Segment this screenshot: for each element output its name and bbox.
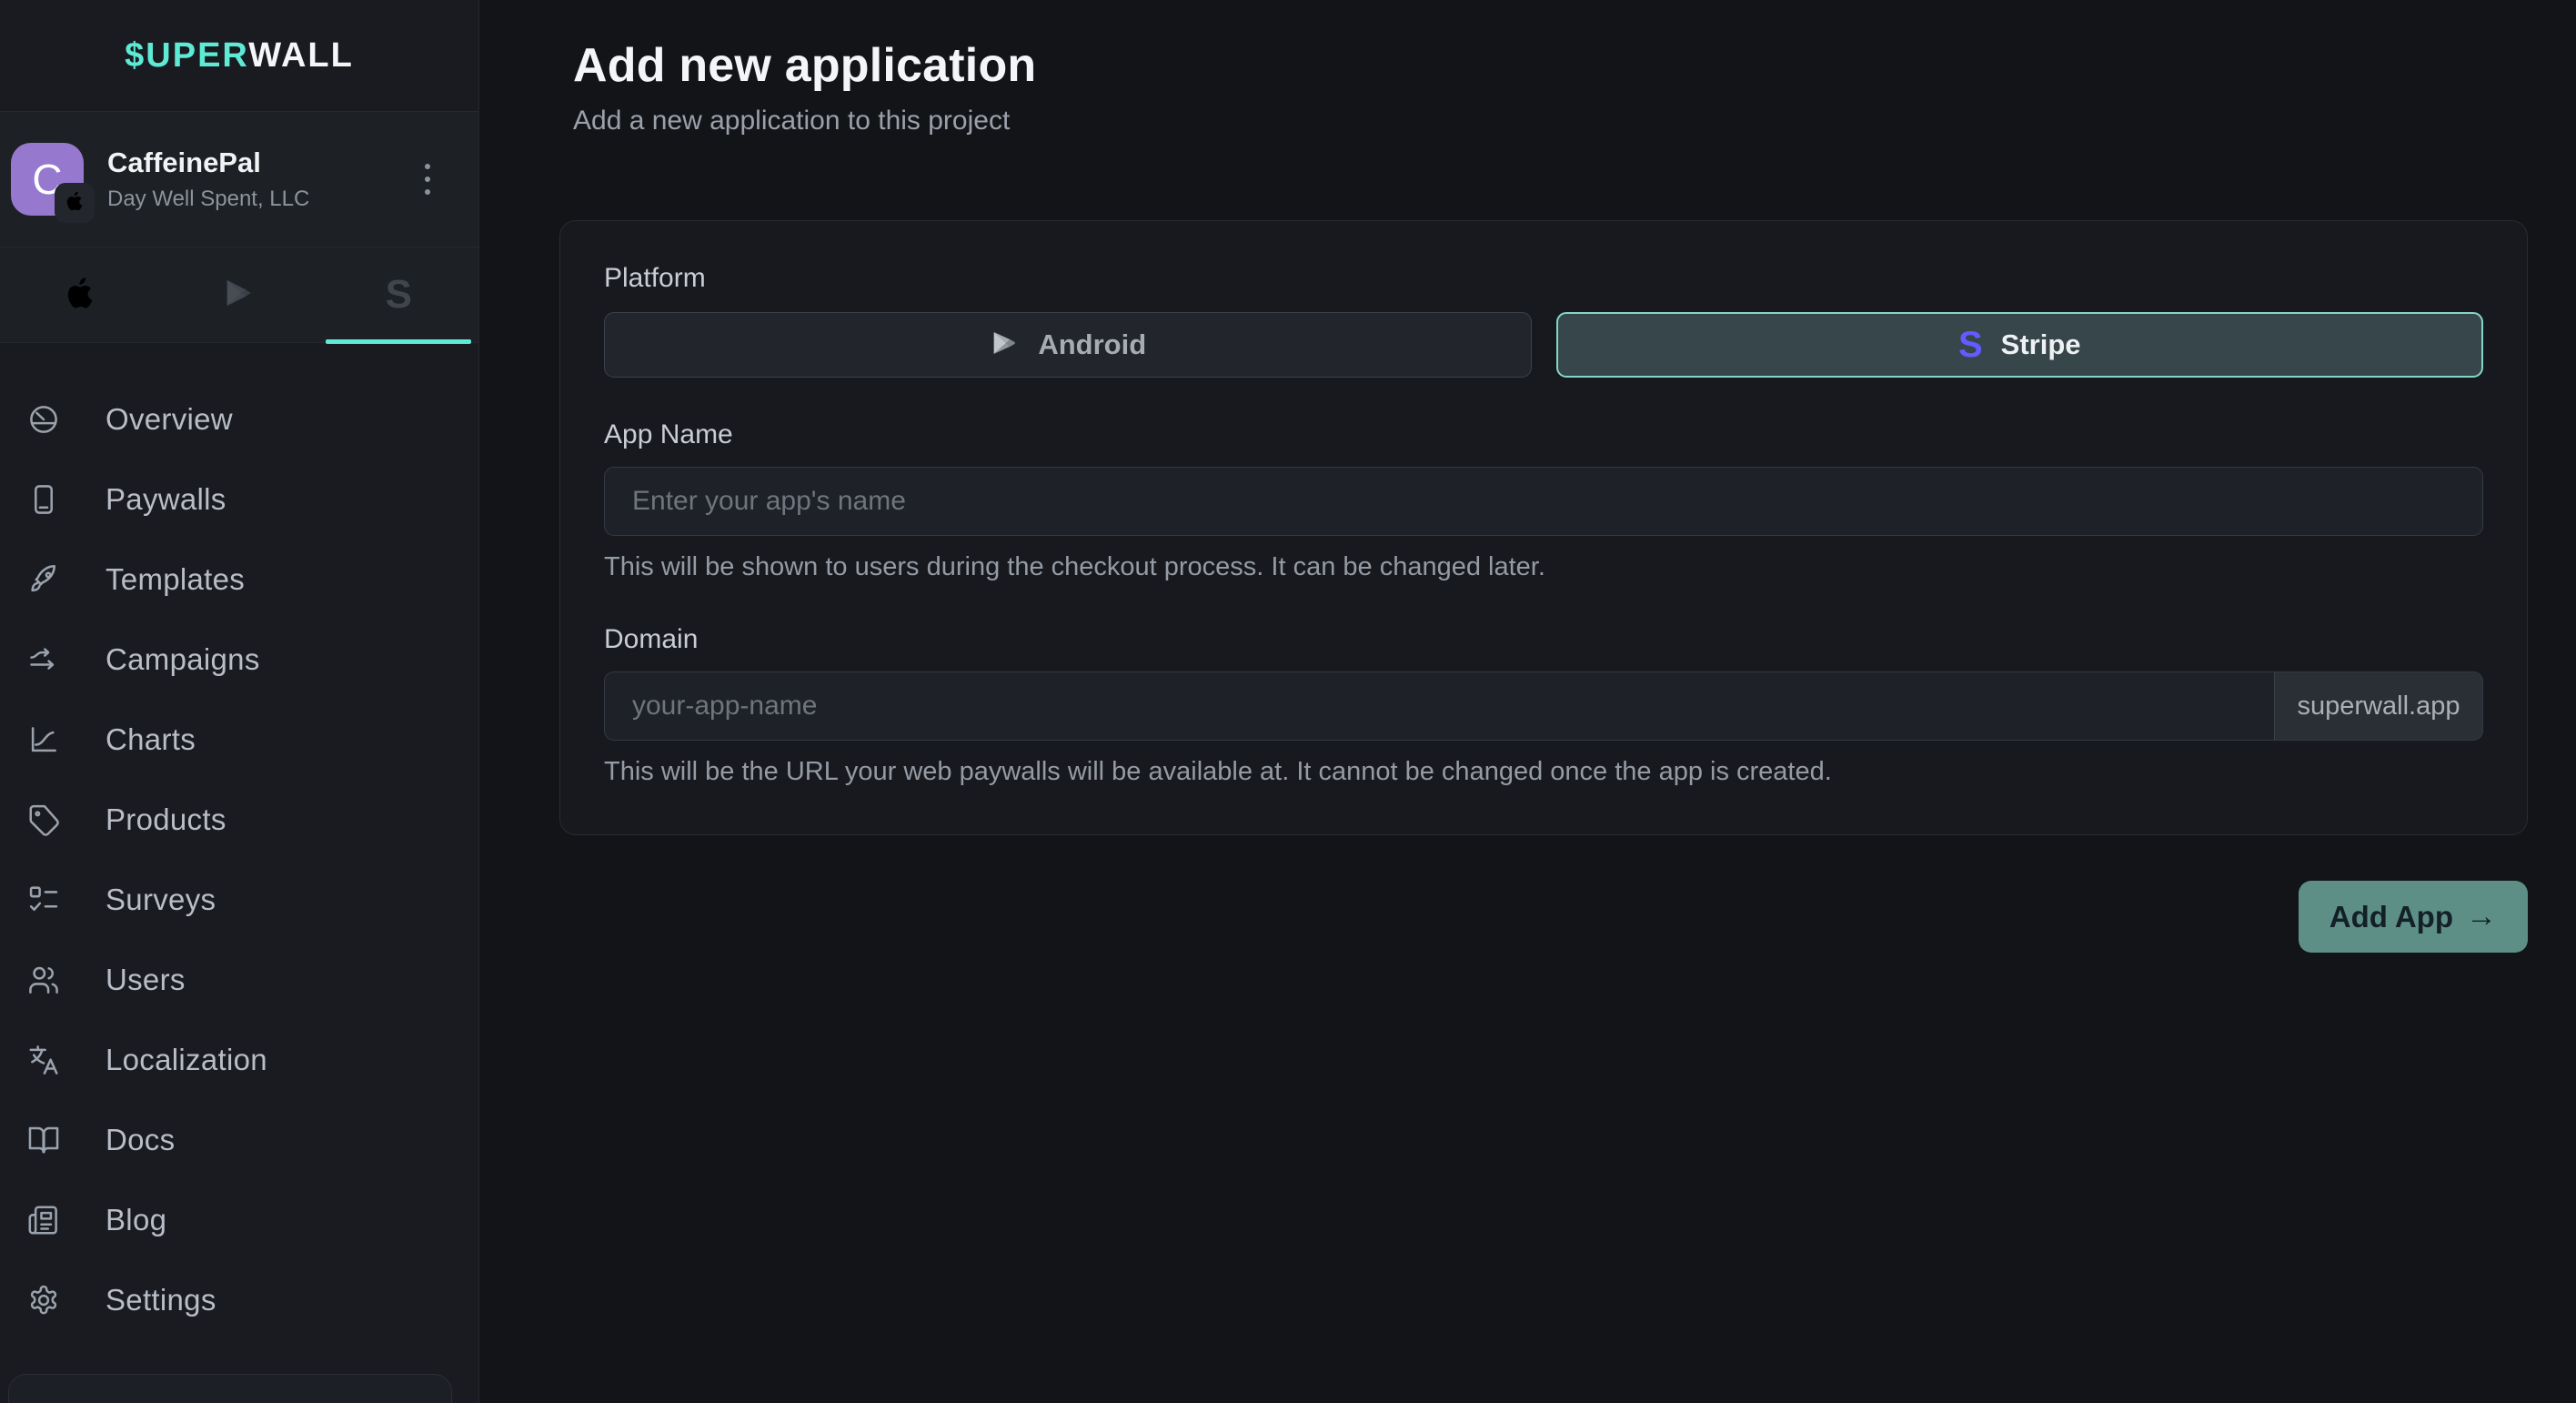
android-option-label: Android <box>1038 328 1146 361</box>
charts-icon <box>25 722 62 758</box>
project-selector[interactable]: C CaffeinePal Day Well Spent, LLC <box>0 112 478 247</box>
add-app-label: Add App <box>2329 900 2453 934</box>
sidebar-item-charts[interactable]: Charts <box>0 700 478 780</box>
blog-icon <box>25 1202 62 1238</box>
page-title: Add new application <box>573 38 2528 93</box>
main-content: Add new application Add a new applicatio… <box>479 0 2576 1403</box>
tab-stripe[interactable]: S <box>319 247 478 342</box>
platform-tab-bar: S <box>0 247 478 343</box>
project-org: Day Well Spent, LLC <box>107 187 409 212</box>
page-subtitle: Add a new application to this project <box>573 106 2528 136</box>
arrow-right-icon: → <box>2466 899 2497 934</box>
project-name: CaffeinePal <box>107 146 409 179</box>
domain-help: This will be the URL your web paywalls w… <box>604 757 2483 787</box>
domain-field-group: Domain superwall.app This will be the UR… <box>604 624 2483 787</box>
paywalls-icon <box>25 481 62 518</box>
platform-option-android[interactable]: Android <box>604 312 1532 378</box>
sidebar-item-campaigns[interactable]: Campaigns <box>0 620 478 700</box>
sidebar-item-surveys[interactable]: Surveys <box>0 860 478 940</box>
templates-icon <box>25 561 62 598</box>
project-meta: CaffeinePal Day Well Spent, LLC <box>107 146 409 212</box>
sidebar: $UPERWALL C CaffeinePal Day Well Spent, … <box>0 0 479 1403</box>
actions-row: Add App → <box>559 881 2528 953</box>
sidebar-item-docs[interactable]: Docs <box>0 1100 478 1180</box>
sidebar-item-localization[interactable]: Localization <box>0 1020 478 1100</box>
logo-accent-text: $UPER <box>125 36 248 75</box>
localization-icon <box>25 1042 62 1078</box>
add-application-form-card: Platform Android S Stripe App Name This … <box>559 220 2528 835</box>
logo-rest-text: WALL <box>248 36 354 75</box>
surveys-icon <box>25 882 62 918</box>
project-avatar: C <box>11 143 84 216</box>
sidebar-item-paywalls[interactable]: Paywalls <box>0 459 478 540</box>
google-play-icon <box>221 275 257 316</box>
project-kebab-menu[interactable] <box>409 152 446 207</box>
domain-suffix: superwall.app <box>2274 671 2483 741</box>
active-tab-underline <box>326 339 471 344</box>
sidebar-item-blog[interactable]: Blog <box>0 1180 478 1260</box>
add-app-button[interactable]: Add App → <box>2299 881 2528 953</box>
platform-option-stripe[interactable]: S Stripe <box>1556 312 2484 378</box>
products-icon <box>25 802 62 838</box>
settings-icon <box>25 1282 62 1318</box>
platform-options: Android S Stripe <box>604 312 2483 378</box>
app-name-label: App Name <box>604 419 2483 450</box>
stripe-option-label: Stripe <box>2001 328 2081 361</box>
sidebar-item-overview[interactable]: Overview <box>0 379 478 459</box>
domain-label: Domain <box>604 624 2483 655</box>
docs-icon <box>25 1122 62 1158</box>
google-play-icon <box>989 328 1020 363</box>
sidebar-item-templates[interactable]: Templates <box>0 540 478 620</box>
logo-header: $UPERWALL <box>0 0 478 112</box>
stripe-icon: S <box>1958 327 1983 363</box>
tab-android[interactable] <box>159 247 318 342</box>
campaigns-icon <box>25 641 62 678</box>
apple-icon <box>63 189 86 217</box>
app-name-help: This will be shown to users during the c… <box>604 552 2483 582</box>
discord-card[interactable]: Join Our Discord <box>8 1374 452 1403</box>
domain-input[interactable] <box>604 671 2274 741</box>
apple-platform-badge <box>55 183 95 223</box>
app-name-field-group: App Name This will be shown to users dur… <box>604 419 2483 582</box>
superwall-logo[interactable]: $UPERWALL <box>125 36 354 76</box>
sidebar-menu: Overview Paywalls Templates Campaigns Ch… <box>0 343 478 1340</box>
platform-label: Platform <box>604 263 2483 294</box>
stripe-icon: S <box>386 275 412 315</box>
app-name-input[interactable] <box>604 467 2483 536</box>
sidebar-item-products[interactable]: Products <box>0 780 478 860</box>
users-icon <box>25 962 62 998</box>
overview-icon <box>25 401 62 438</box>
apple-icon <box>61 274 99 317</box>
tab-ios[interactable] <box>0 247 159 342</box>
sidebar-item-users[interactable]: Users <box>0 940 478 1020</box>
sidebar-item-settings[interactable]: Settings <box>0 1260 478 1340</box>
